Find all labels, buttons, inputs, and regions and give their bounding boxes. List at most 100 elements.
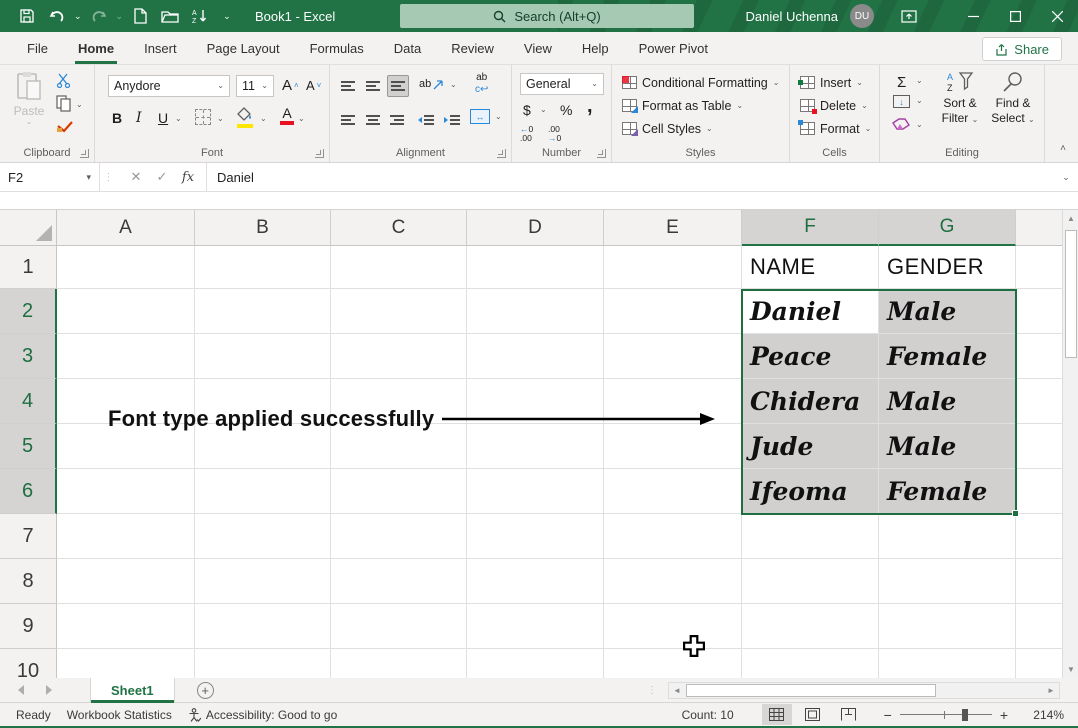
font-size-combo[interactable]: 11⌄ — [236, 75, 274, 97]
row-header-4[interactable]: 4 — [0, 379, 57, 424]
collapse-ribbon-icon[interactable]: ˄ — [1060, 143, 1066, 154]
next-sheet-icon[interactable] — [46, 685, 52, 695]
cell-E7[interactable] — [604, 514, 742, 559]
sort-az-icon[interactable]: AZ — [187, 3, 213, 29]
format-as-table-button[interactable]: Format as Table⌄ — [622, 94, 743, 117]
cell-G5[interactable]: Male — [879, 424, 1016, 469]
cell-B7[interactable] — [195, 514, 331, 559]
cell-B10[interactable] — [195, 649, 331, 678]
number-dialog-launcher-icon[interactable] — [597, 149, 606, 158]
autosum-icon[interactable]: Σ — [894, 71, 909, 93]
align-right-icon[interactable] — [387, 109, 407, 131]
row-header-3[interactable]: 3 — [0, 334, 57, 379]
cell-F10[interactable] — [742, 649, 879, 678]
bottom-align-icon[interactable] — [387, 75, 409, 97]
conditional-formatting-button[interactable]: Conditional Formatting⌄ — [622, 71, 779, 94]
decrease-decimal-icon[interactable]: .00→0 — [548, 125, 561, 144]
scroll-right-icon[interactable]: ► — [1043, 683, 1059, 698]
workbook-statistics-button[interactable]: Workbook Statistics — [67, 708, 172, 722]
cell-D9[interactable] — [467, 604, 604, 649]
cell-D8[interactable] — [467, 559, 604, 604]
cell-F6[interactable]: Ifeoma — [742, 469, 879, 514]
borders-icon[interactable] — [195, 109, 211, 125]
increase-decimal-icon[interactable]: ←0.00 — [520, 125, 533, 144]
redo-dropdown-icon[interactable]: ⌄ — [116, 12, 124, 21]
row-header-6[interactable]: 6 — [0, 469, 57, 514]
fill-color-icon[interactable] — [237, 107, 254, 128]
scroll-up-icon[interactable]: ▲ — [1063, 210, 1078, 227]
clear-dropdown-icon[interactable]: ⌄ — [916, 121, 923, 129]
currency-dropdown-icon[interactable]: ⌄ — [540, 106, 547, 114]
column-header-E[interactable]: E — [604, 210, 742, 246]
tab-file[interactable]: File — [12, 32, 63, 64]
cell-styles-button[interactable]: Cell Styles⌄ — [622, 117, 713, 140]
formula-bar-input[interactable]: Daniel — [207, 163, 1054, 191]
page-layout-view-button[interactable] — [798, 704, 828, 725]
column-header-C[interactable]: C — [331, 210, 467, 246]
cell-A9[interactable] — [57, 604, 195, 649]
format-button[interactable]: Format⌄ — [800, 117, 871, 140]
open-folder-icon[interactable] — [157, 3, 183, 29]
cut-icon[interactable] — [56, 73, 71, 91]
bold-button[interactable]: B — [109, 107, 125, 129]
orientation-icon[interactable]: ab — [416, 73, 447, 95]
clear-icon[interactable] — [892, 117, 910, 134]
normal-view-button[interactable] — [762, 704, 792, 725]
undo-dropdown-icon[interactable]: ⌄ — [74, 12, 82, 21]
currency-icon[interactable]: $ — [520, 99, 534, 121]
column-header-G[interactable]: G — [879, 210, 1016, 246]
tab-review[interactable]: Review — [436, 32, 509, 64]
cell-D2[interactable] — [467, 289, 604, 334]
row-header-1[interactable]: 1 — [0, 246, 57, 289]
cell-D1[interactable] — [467, 246, 604, 289]
tab-page-layout[interactable]: Page Layout — [192, 32, 295, 64]
cell-B9[interactable] — [195, 604, 331, 649]
cell-E3[interactable] — [604, 334, 742, 379]
percent-icon[interactable]: % — [557, 99, 575, 121]
formula-bar-splitter[interactable]: ⋮ — [100, 163, 118, 191]
horizontal-scroll-thumb[interactable] — [686, 684, 936, 697]
insert-button[interactable]: Insert⌄ — [800, 71, 863, 94]
cell-D10[interactable] — [467, 649, 604, 678]
row-header-2[interactable]: 2 — [0, 289, 57, 334]
fill-icon[interactable]: ↓ — [893, 95, 910, 108]
maximize-button[interactable] — [994, 0, 1036, 32]
cell-C3[interactable] — [331, 334, 467, 379]
cell-C7[interactable] — [331, 514, 467, 559]
orientation-dropdown-icon[interactable]: ⌄ — [450, 81, 457, 89]
zoom-in-icon[interactable]: + — [1000, 707, 1008, 723]
cell-B2[interactable] — [195, 289, 331, 334]
row-header-8[interactable]: 8 — [0, 559, 57, 604]
cell-B1[interactable] — [195, 246, 331, 289]
cell-G7[interactable] — [879, 514, 1016, 559]
undo-icon[interactable] — [44, 3, 70, 29]
redo-icon[interactable] — [86, 3, 112, 29]
cell-G6[interactable]: Female — [879, 469, 1016, 514]
column-header-D[interactable]: D — [467, 210, 604, 246]
vertical-scroll-thumb[interactable] — [1065, 230, 1077, 358]
font-dialog-launcher-icon[interactable] — [315, 149, 324, 158]
cancel-icon[interactable]: ✕ — [124, 166, 148, 188]
delete-button[interactable]: Delete⌄ — [800, 94, 868, 117]
scroll-down-icon[interactable]: ▼ — [1063, 661, 1078, 678]
page-break-view-button[interactable] — [834, 704, 864, 725]
align-center-icon[interactable] — [363, 109, 383, 131]
column-header-F[interactable]: F — [742, 210, 879, 246]
scroll-left-icon[interactable]: ◄ — [669, 683, 685, 698]
name-box[interactable]: F2 ▾ — [0, 163, 100, 191]
row-header-5[interactable]: 5 — [0, 424, 57, 469]
cell-E8[interactable] — [604, 559, 742, 604]
close-button[interactable] — [1036, 0, 1078, 32]
cell-D3[interactable] — [467, 334, 604, 379]
cell-G8[interactable] — [879, 559, 1016, 604]
tab-insert[interactable]: Insert — [129, 32, 192, 64]
cell-G9[interactable] — [879, 604, 1016, 649]
underline-button[interactable]: U — [155, 107, 171, 129]
italic-button[interactable]: I — [133, 107, 145, 129]
tab-data[interactable]: Data — [379, 32, 436, 64]
cell-G1[interactable]: GENDER — [879, 246, 1016, 289]
number-format-combo[interactable]: General⌄ — [520, 73, 604, 95]
zoom-level[interactable]: 214% — [1020, 708, 1064, 722]
expand-formula-bar-icon[interactable]: ⌄ — [1054, 163, 1078, 191]
cell-B6[interactable] — [195, 469, 331, 514]
